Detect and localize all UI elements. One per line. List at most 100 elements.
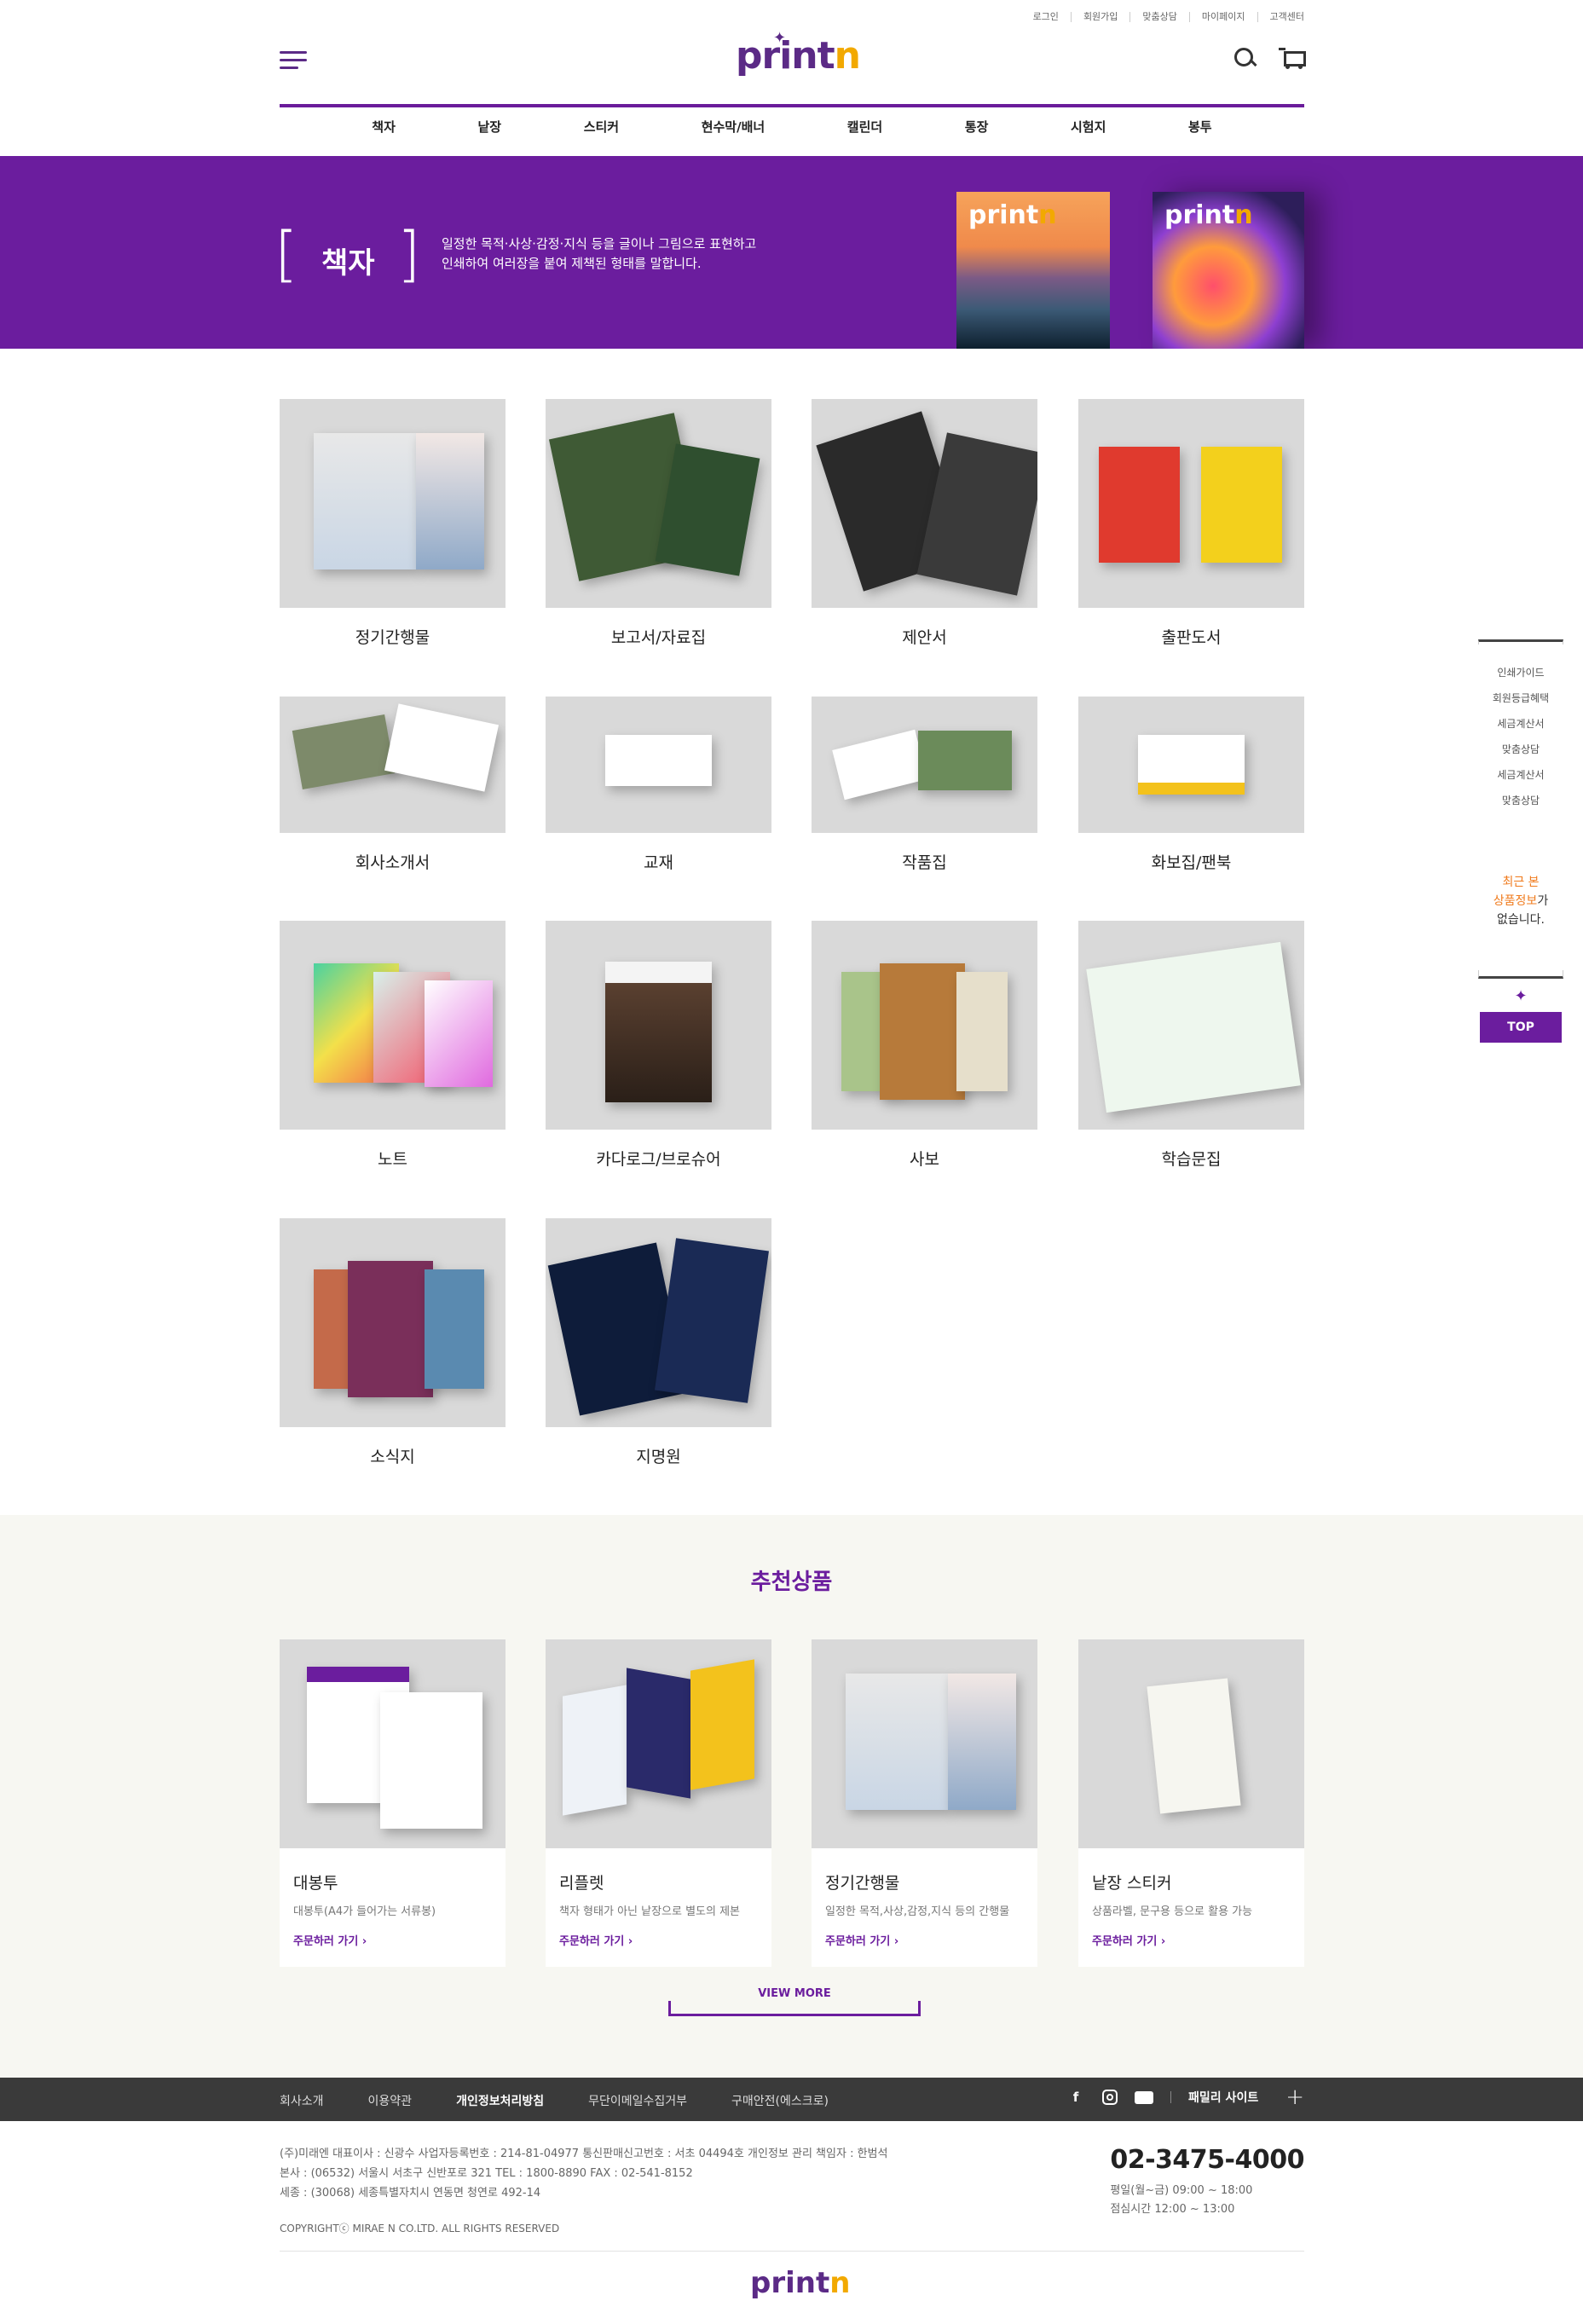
banner-title: 책자: [321, 246, 375, 280]
consult-link[interactable]: 맞춤상담: [1130, 12, 1190, 22]
footer-link-terms[interactable]: 이용약관: [368, 2092, 413, 2109]
product-label: 회사소개서: [355, 853, 430, 872]
product-card[interactable]: 제안서: [812, 399, 1037, 648]
phone-number: 02-3475-4000: [1110, 2145, 1304, 2175]
quick-link-consult[interactable]: 맞춤상담: [1478, 737, 1563, 762]
product-label: 카다로그/브로슈어: [596, 1150, 721, 1169]
plus-icon[interactable]: +: [1285, 2086, 1304, 2108]
facebook-icon[interactable]: f: [1066, 2088, 1085, 2107]
top-button[interactable]: TOP: [1480, 1012, 1562, 1043]
product-card[interactable]: 카다로그/브로슈어: [546, 921, 771, 1170]
order-link[interactable]: 주문하러 가기 ›: [812, 1918, 1037, 1967]
product-card[interactable]: 교재: [546, 697, 771, 873]
product-card[interactable]: 지명원: [546, 1218, 771, 1467]
product-image: [1078, 1639, 1304, 1848]
product-image: [546, 1218, 771, 1427]
product-image: [812, 399, 1037, 608]
product-label: 지명원: [636, 1448, 681, 1466]
product-card[interactable]: 보고서/자료집: [546, 399, 771, 648]
product-card[interactable]: 작품집: [812, 697, 1037, 873]
footer-bar: 회사소개 이용약관 개인정보처리방침 무단이메일수집거부 구매안전(에스크로) …: [0, 2078, 1583, 2121]
menu-icon[interactable]: [280, 51, 307, 72]
nav-item-sticker[interactable]: 스티커: [584, 118, 619, 136]
order-link[interactable]: 주문하러 가기 ›: [546, 1918, 771, 1967]
view-more-button[interactable]: VIEW MORE: [668, 1987, 921, 2016]
product-card[interactable]: 회사소개서: [280, 697, 506, 873]
product-card[interactable]: 사보: [812, 921, 1037, 1170]
product-image: [280, 921, 506, 1130]
recommended-name: 대봉투: [293, 1874, 338, 1893]
product-image: [546, 921, 771, 1130]
search-icon[interactable]: [1233, 46, 1257, 70]
hours-lunch: 점심시간 12:00 ~ 13:00: [1110, 2203, 1235, 2216]
nav-item-passbook[interactable]: 통장: [965, 118, 989, 136]
product-image: [546, 1639, 771, 1848]
nav-item-sheet[interactable]: 낱장: [478, 118, 502, 136]
product-card[interactable]: 정기간행물: [280, 399, 506, 648]
recommended-card[interactable]: 대봉투 대봉투(A4가 들어가는 서류봉) 주문하러 가기 ›: [280, 1639, 506, 1967]
product-image: [280, 1639, 506, 1848]
footer-link-escrow[interactable]: 구매안전(에스크로): [731, 2092, 829, 2109]
nav-item-exam[interactable]: 시험지: [1071, 118, 1106, 136]
mypage-link[interactable]: 마이페이지: [1190, 12, 1258, 22]
util-links: 로그인 회원가입 맞춤상담 마이페이지 고객센터: [1021, 12, 1304, 22]
quick-link-member-benefits[interactable]: 회원등급혜택: [1478, 685, 1563, 711]
product-card[interactable]: 학습문집: [1078, 921, 1304, 1170]
product-card[interactable]: 화보집/팬북: [1078, 697, 1304, 873]
quick-link-tax-invoice[interactable]: 세금계산서: [1478, 711, 1563, 737]
cart-icon[interactable]: [1279, 46, 1306, 70]
recommended-desc: 대봉투(A4가 들어가는 서류봉): [293, 1905, 436, 1918]
logo[interactable]: ✦ printn: [736, 29, 861, 78]
company-info: (주)미래엔 대표이사 : 신광수 사업자등록번호 : 214-81-04977…: [280, 2148, 888, 2200]
nav-item-calendar[interactable]: 캘린더: [847, 118, 882, 136]
product-label: 보고서/자료집: [610, 628, 707, 647]
recommended-card[interactable]: 낱장 스티커 상품라벨, 문구용 등으로 활용 가능 주문하러 가기 ›: [1078, 1639, 1304, 1967]
recommended-desc: 상품라벨, 문구용 등으로 활용 가능: [1092, 1905, 1253, 1918]
recommended-name: 리플렛: [559, 1874, 604, 1893]
order-link[interactable]: 주문하러 가기 ›: [1078, 1918, 1304, 1967]
product-label: 제안서: [902, 628, 947, 647]
signup-link[interactable]: 회원가입: [1072, 12, 1131, 22]
quick-menu-star-icon: ✦: [1514, 987, 1528, 1005]
product-card[interactable]: 노트: [280, 921, 506, 1170]
main-nav: 책자 낱장 스티커 현수막/배너 캘린더 통장 시험지 봉투: [280, 118, 1304, 136]
product-label: 사보: [910, 1150, 939, 1169]
footer-link-company[interactable]: 회사소개: [280, 2092, 324, 2109]
product-label: 학습문집: [1161, 1150, 1222, 1169]
order-link[interactable]: 주문하러 가기 ›: [280, 1918, 506, 1967]
quick-link-tax-invoice-2[interactable]: 세금계산서: [1478, 762, 1563, 788]
footer-link-no-email[interactable]: 무단이메일수집거부: [588, 2092, 687, 2109]
product-card[interactable]: 소식지: [280, 1218, 506, 1467]
quick-link-consult-2[interactable]: 맞춤상담: [1478, 788, 1563, 813]
bracket-open: [: [274, 219, 298, 289]
logo-star-icon: ✦: [773, 29, 786, 47]
magazine-cover-image: printn: [1153, 192, 1304, 349]
quick-menu-links: 인쇄가이드 회원등급혜택 세금계산서 맞춤상담 세금계산서 맞춤상담: [1478, 645, 1563, 822]
product-label: 소식지: [370, 1448, 415, 1466]
product-image: [1078, 399, 1304, 608]
quick-link-print-guide[interactable]: 인쇄가이드: [1478, 660, 1563, 685]
copyright: COPYRIGHTⓒ MIRAE N CO.LTD. ALL RIGHTS RE…: [280, 2223, 560, 2234]
category-banner: [ 책자 ] 일정한 목적·사상·감정·지식 등을 글이나 그림으로 표현하고 …: [0, 156, 1583, 349]
product-image: [280, 697, 506, 833]
nav-item-envelope[interactable]: 봉투: [1188, 118, 1212, 136]
product-image: [1078, 921, 1304, 1130]
recommended-card[interactable]: 정기간행물 일정한 목적,사상,감정,지식 등의 간행물 주문하러 가기 ›: [812, 1639, 1037, 1967]
nav-item-booklet[interactable]: 책자: [372, 118, 396, 136]
footer-logo[interactable]: printn: [750, 2266, 850, 2300]
recommended-section: 추천상품 대봉투 대봉투(A4가 들어가는 서류봉) 주문하러 가기 › 리플렛…: [0, 1515, 1583, 2078]
login-link[interactable]: 로그인: [1021, 12, 1072, 22]
bracket-close: ]: [397, 219, 421, 289]
product-label: 작품집: [902, 853, 947, 872]
nav-item-banner[interactable]: 현수막/배너: [702, 118, 765, 136]
recommended-card[interactable]: 리플렛 책자 형태가 아닌 낱장으로 별도의 제본 주문하러 가기 ›: [546, 1639, 771, 1967]
instagram-icon[interactable]: [1102, 2090, 1118, 2105]
recommended-name: 정기간행물: [825, 1874, 900, 1893]
product-card[interactable]: 출판도서: [1078, 399, 1304, 648]
family-site-label[interactable]: 패밀리 사이트: [1188, 2089, 1258, 2106]
footer-link-privacy[interactable]: 개인정보처리방침: [456, 2092, 544, 2109]
recent-products: 최근 본 상품정보가 없습니다.: [1493, 876, 1549, 927]
customer-center-link[interactable]: 고객센터: [1258, 12, 1304, 22]
blog-icon[interactable]: [1135, 2090, 1154, 2104]
header-icons: [1233, 46, 1306, 70]
